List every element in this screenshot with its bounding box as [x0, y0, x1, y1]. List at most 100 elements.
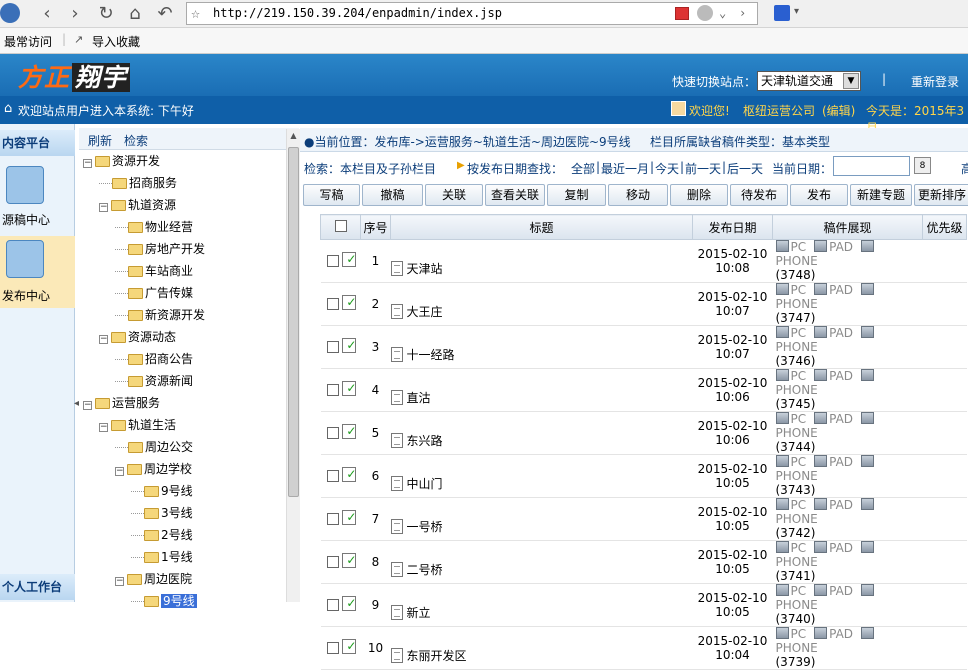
tree-node[interactable]: − 运营服务: [83, 393, 160, 413]
pc-icon[interactable]: [775, 412, 789, 424]
table-row[interactable]: 6 中山门 2015-02-1010:05 PC PAD PHONE(3743): [320, 454, 967, 498]
device-pc[interactable]: PC: [791, 283, 807, 297]
scroll-up-icon[interactable]: ▲: [288, 131, 299, 143]
device-phone[interactable]: PHONE: [776, 641, 818, 655]
collapse-toggle-icon[interactable]: −: [99, 335, 108, 344]
device-pc[interactable]: PC: [791, 412, 807, 426]
nav-item-source-center[interactable]: 源稿中心: [0, 162, 75, 232]
device-phone[interactable]: PHONE: [776, 383, 818, 397]
row-title-cell[interactable]: 新立: [390, 583, 693, 627]
col-display[interactable]: 稿件展现: [772, 214, 923, 240]
row-title[interactable]: 天津站: [407, 262, 443, 276]
undo-icon[interactable]: ↶: [154, 3, 176, 25]
collapse-toggle-icon[interactable]: −: [99, 203, 108, 212]
user-edit-link[interactable]: (编辑): [822, 102, 855, 119]
row-checkbox[interactable]: [326, 298, 339, 310]
pc-icon[interactable]: [775, 326, 789, 338]
tree-node[interactable]: 2号线: [131, 525, 193, 545]
phone-icon[interactable]: [861, 326, 875, 338]
row-checkbox[interactable]: [326, 470, 339, 482]
bookmark-import[interactable]: 导入收藏: [92, 33, 140, 50]
forward-icon[interactable]: ›: [64, 3, 86, 25]
device-phone[interactable]: PHONE: [776, 598, 818, 612]
tree-node[interactable]: − 资源动态: [99, 327, 176, 347]
col-number[interactable]: 序号: [360, 214, 391, 240]
device-pc[interactable]: PC: [791, 455, 807, 469]
home-icon[interactable]: ⌂: [124, 3, 146, 25]
tree-search-link[interactable]: 检索: [124, 132, 148, 149]
search-scope-link[interactable]: 检索：本栏目及子孙栏目: [304, 160, 436, 177]
tree-scrollbar[interactable]: ▲: [286, 129, 300, 602]
pc-icon[interactable]: [775, 498, 789, 510]
device-phone[interactable]: PHONE: [776, 555, 818, 569]
tree-node[interactable]: − 资源开发: [83, 151, 160, 171]
device-pad[interactable]: PAD: [829, 584, 853, 598]
pad-icon[interactable]: [814, 283, 828, 295]
row-title[interactable]: 一号桥: [407, 520, 443, 534]
relate-button[interactable]: 关联: [425, 184, 483, 206]
pad-icon[interactable]: [814, 584, 828, 596]
reload-icon[interactable]: ↻: [95, 3, 117, 25]
device-pad[interactable]: PAD: [829, 326, 853, 340]
table-row[interactable]: 1 天津站 2015-02-1010:08 PC PAD PHONE(3748): [320, 239, 967, 283]
row-title-cell[interactable]: 大王庄: [390, 282, 693, 326]
row-title-cell[interactable]: 二号桥: [390, 540, 693, 584]
firefox-icon[interactable]: [0, 3, 20, 25]
row-checkbox[interactable]: [326, 384, 339, 396]
table-row[interactable]: 4 直沽 2015-02-1010:06 PC PAD PHONE(3745): [320, 368, 967, 412]
collapse-toggle-icon[interactable]: −: [115, 467, 124, 476]
device-phone[interactable]: PHONE: [776, 254, 818, 268]
tree-node[interactable]: 招商公告: [115, 349, 193, 369]
row-title[interactable]: 东兴路: [407, 434, 443, 448]
tree-node[interactable]: 9号线: [131, 481, 193, 501]
tree-node[interactable]: 资源新闻: [115, 371, 193, 391]
tree-node[interactable]: 车站商业: [115, 261, 193, 281]
row-title-cell[interactable]: 直沽: [390, 368, 693, 412]
device-pc[interactable]: PC: [791, 369, 807, 383]
row-title[interactable]: 新立: [407, 606, 431, 620]
device-pad[interactable]: PAD: [829, 240, 853, 254]
ie-icon[interactable]: [697, 5, 713, 21]
row-title[interactable]: 大王庄: [407, 305, 443, 319]
device-phone[interactable]: PHONE: [776, 469, 818, 483]
device-pc[interactable]: PC: [791, 498, 807, 512]
row-title[interactable]: 东丽开发区: [407, 649, 467, 663]
phone-icon[interactable]: [861, 412, 875, 424]
new-topic-button[interactable]: 新建专题: [850, 184, 912, 206]
date-next-day-link[interactable]: 后一天: [727, 160, 763, 177]
pad-icon[interactable]: [814, 455, 828, 467]
bookmark-most-visited[interactable]: 最常访问: [4, 33, 52, 50]
calendar-badge-icon[interactable]: [675, 7, 689, 20]
row-checkbox[interactable]: [326, 513, 339, 525]
pc-icon[interactable]: [775, 455, 789, 467]
personal-workbench-heading[interactable]: 个人工作台: [0, 574, 75, 600]
col-title[interactable]: 标题: [390, 214, 693, 240]
search-engine-dropdown-icon[interactable]: ▾: [794, 6, 799, 17]
scroll-thumb[interactable]: [288, 147, 299, 497]
date-all-link[interactable]: 全部: [571, 160, 595, 177]
pc-icon[interactable]: [775, 283, 789, 295]
collapse-toggle-icon[interactable]: −: [99, 423, 108, 432]
table-row[interactable]: 3 十一经路 2015-02-1010:07 PC PAD PHONE(3746): [320, 325, 967, 369]
write-button[interactable]: 写稿: [303, 184, 360, 206]
pc-icon[interactable]: [775, 627, 789, 639]
table-row[interactable]: 8 二号桥 2015-02-1010:05 PC PAD PHONE(3741): [320, 540, 967, 584]
device-pc[interactable]: PC: [791, 326, 807, 340]
row-title-cell[interactable]: 十一经路: [390, 325, 693, 369]
address-bar[interactable]: ☆ http://219.150.39.204/enpadmin/index.j…: [186, 2, 758, 25]
tree-node[interactable]: 9号线: [131, 591, 197, 611]
device-pad[interactable]: PAD: [829, 627, 853, 641]
high-link[interactable]: 高: [961, 160, 968, 177]
relogin-link[interactable]: 重新登录: [911, 73, 959, 90]
current-date-input[interactable]: [833, 156, 910, 176]
table-row[interactable]: 7 一号桥 2015-02-1010:05 PC PAD PHONE(3742): [320, 497, 967, 541]
pc-icon[interactable]: [775, 541, 789, 553]
tree-node[interactable]: − 周边医院: [115, 569, 192, 589]
row-checkbox[interactable]: [326, 341, 339, 353]
tree-node[interactable]: 新资源开发: [115, 305, 205, 325]
pad-icon[interactable]: [814, 326, 828, 338]
collapse-toggle-icon[interactable]: −: [115, 577, 124, 586]
tree-node[interactable]: − 轨道生活: [99, 415, 176, 435]
phone-icon[interactable]: [861, 627, 875, 639]
row-title-cell[interactable]: 天津站: [390, 239, 693, 283]
